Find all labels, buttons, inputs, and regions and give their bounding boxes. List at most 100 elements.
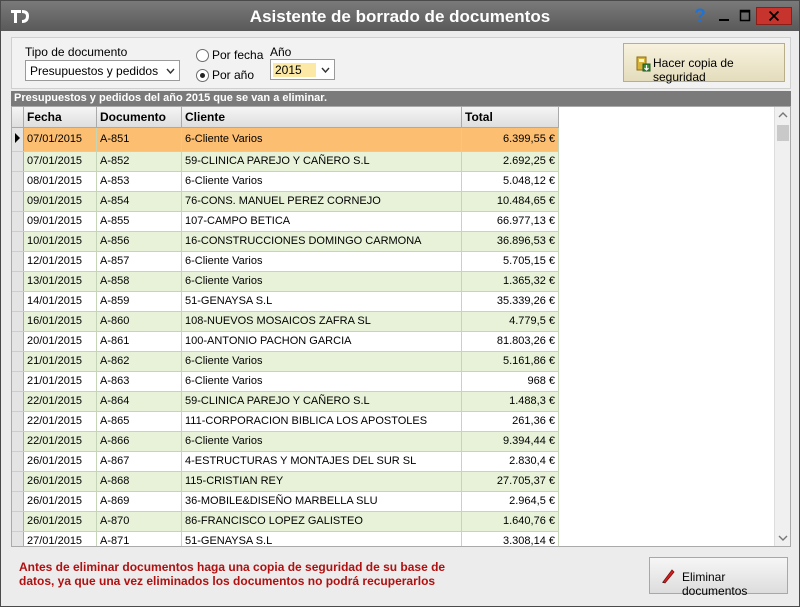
table-row[interactable]: 22/01/2015 A-865 111-CORPORACION BIBLICA L… xyxy=(12,411,559,432)
cell-fecha[interactable]: 26/01/2015 xyxy=(23,511,97,532)
cell-fecha[interactable]: 26/01/2015 xyxy=(23,451,97,472)
row-indicator[interactable] xyxy=(12,391,24,412)
year-select[interactable]: 2015 xyxy=(270,59,335,80)
cell-cliente[interactable]: 4-ESTRUCTURAS Y MONTAJES DEL SUR SL xyxy=(181,451,462,472)
cell-cliente[interactable]: 100-ANTONIO PACHON GARCIA xyxy=(181,331,462,352)
scroll-up-icon[interactable] xyxy=(775,107,791,123)
cell-documento[interactable]: A-863 xyxy=(96,371,182,392)
cell-documento[interactable]: A-864 xyxy=(96,391,182,412)
cell-total[interactable]: 3.308,14 € xyxy=(461,531,559,546)
cell-fecha[interactable]: 13/01/2015 xyxy=(23,271,97,292)
cell-total[interactable]: 4.779,5 € xyxy=(461,311,559,332)
cell-fecha[interactable]: 10/01/2015 xyxy=(23,231,97,252)
scrollbar-thumb[interactable] xyxy=(777,125,789,141)
cell-documento[interactable]: A-866 xyxy=(96,431,182,452)
delete-documents-button[interactable]: Eliminar documentos xyxy=(649,557,788,598)
cell-fecha[interactable]: 26/01/2015 xyxy=(23,471,97,492)
table-row[interactable]: 07/01/2015 A-851 6-Cliente Varios 6.399,55 … xyxy=(12,127,559,152)
cell-documento[interactable]: A-860 xyxy=(96,311,182,332)
cell-fecha[interactable]: 22/01/2015 xyxy=(23,431,97,452)
documents-grid[interactable]: Fecha Documento Cliente Total 07/01/2015… xyxy=(11,106,791,547)
row-indicator[interactable] xyxy=(12,531,24,546)
cell-documento[interactable]: A-861 xyxy=(96,331,182,352)
cell-total[interactable]: 66.977,13 € xyxy=(461,211,559,232)
cell-total[interactable]: 2.692,25 € xyxy=(461,151,559,172)
cell-fecha[interactable]: 12/01/2015 xyxy=(23,251,97,272)
row-indicator[interactable] xyxy=(12,231,24,252)
cell-total[interactable]: 9.394,44 € xyxy=(461,431,559,452)
cell-documento[interactable]: A-851 xyxy=(96,127,182,152)
minimize-icon[interactable] xyxy=(714,8,734,24)
row-indicator[interactable] xyxy=(12,211,24,232)
cell-cliente[interactable]: 59-CLINICA PAREJO Y CAÑERO S.L xyxy=(181,151,462,172)
column-header-fecha[interactable]: Fecha xyxy=(23,107,97,128)
cell-cliente[interactable]: 6-Cliente Varios xyxy=(181,431,462,452)
cell-cliente[interactable]: 111-CORPORACION BIBLICA LOS APOSTOLES xyxy=(181,411,462,432)
row-indicator[interactable] xyxy=(12,411,24,432)
row-indicator[interactable] xyxy=(12,491,24,512)
cell-fecha[interactable]: 26/01/2015 xyxy=(23,491,97,512)
cell-total[interactable]: 35.339,26 € xyxy=(461,291,559,312)
cell-cliente[interactable]: 6-Cliente Varios xyxy=(181,251,462,272)
cell-documento[interactable]: A-857 xyxy=(96,251,182,272)
cell-total[interactable]: 2.964,5 € xyxy=(461,491,559,512)
cell-fecha[interactable]: 22/01/2015 xyxy=(23,391,97,412)
doc-type-select[interactable]: Presupuestos y pedidos xyxy=(25,60,180,81)
cell-documento[interactable]: A-856 xyxy=(96,231,182,252)
radio-by-date[interactable] xyxy=(196,49,209,62)
cell-cliente[interactable]: 36-MOBILE&DISEÑO MARBELLA SLU xyxy=(181,491,462,512)
row-indicator[interactable] xyxy=(12,127,24,152)
cell-fecha[interactable]: 22/01/2015 xyxy=(23,411,97,432)
table-row[interactable]: 26/01/2015 A-868 115-CRISTIAN REY 27.705,37… xyxy=(12,471,559,492)
table-row[interactable]: 13/01/2015 A-858 6-Cliente Varios 1.365,32 … xyxy=(12,271,559,292)
table-row[interactable]: 14/01/2015 A-859 51-GENAYSA S.L 35.339,26 € xyxy=(12,291,559,312)
table-row[interactable]: 27/01/2015 A-871 51-GENAYSA S.L 3.308,14 € xyxy=(12,531,559,546)
table-row[interactable]: 22/01/2015 A-866 6-Cliente Varios 9.394,44 … xyxy=(12,431,559,452)
cell-fecha[interactable]: 27/01/2015 xyxy=(23,531,97,546)
cell-documento[interactable]: A-867 xyxy=(96,451,182,472)
cell-total[interactable]: 5.161,86 € xyxy=(461,351,559,372)
table-row[interactable]: 12/01/2015 A-857 6-Cliente Varios 5.705,15 … xyxy=(12,251,559,272)
row-indicator[interactable] xyxy=(12,271,24,292)
cell-documento[interactable]: A-858 xyxy=(96,271,182,292)
table-row[interactable]: 21/01/2015 A-863 6-Cliente Varios 968 € xyxy=(12,371,559,392)
cell-total[interactable]: 27.705,37 € xyxy=(461,471,559,492)
cell-cliente[interactable]: 6-Cliente Varios xyxy=(181,351,462,372)
column-header-documento[interactable]: Documento xyxy=(96,107,182,128)
cell-cliente[interactable]: 108-NUEVOS MOSAICOS ZAFRA SL xyxy=(181,311,462,332)
cell-fecha[interactable]: 07/01/2015 xyxy=(23,127,97,152)
cell-fecha[interactable]: 20/01/2015 xyxy=(23,331,97,352)
cell-documento[interactable]: A-854 xyxy=(96,191,182,212)
cell-total[interactable]: 81.803,26 € xyxy=(461,331,559,352)
row-indicator[interactable] xyxy=(12,471,24,492)
cell-documento[interactable]: A-855 xyxy=(96,211,182,232)
table-row[interactable]: 20/01/2015 A-861 100-ANTONIO PACHON GARCIA… xyxy=(12,331,559,352)
table-row[interactable]: 09/01/2015 A-854 76-CONS. MANUEL PEREZ COR… xyxy=(12,191,559,212)
cell-cliente[interactable]: 16-CONSTRUCCIONES DOMINGO CARMONA xyxy=(181,231,462,252)
cell-total[interactable]: 36.896,53 € xyxy=(461,231,559,252)
row-indicator[interactable] xyxy=(12,431,24,452)
close-icon[interactable] xyxy=(756,7,792,25)
scroll-down-icon[interactable] xyxy=(775,530,791,546)
table-row[interactable]: 26/01/2015 A-869 36-MOBILE&DISEÑO MARBELLA… xyxy=(12,491,559,512)
cell-documento[interactable]: A-853 xyxy=(96,171,182,192)
row-indicator[interactable] xyxy=(12,351,24,372)
cell-fecha[interactable]: 21/01/2015 xyxy=(23,371,97,392)
cell-total[interactable]: 5.048,12 € xyxy=(461,171,559,192)
column-header-cliente[interactable]: Cliente xyxy=(181,107,462,128)
cell-fecha[interactable]: 09/01/2015 xyxy=(23,211,97,232)
cell-cliente[interactable]: 76-CONS. MANUEL PEREZ CORNEJO xyxy=(181,191,462,212)
title-bar[interactable]: Asistente de borrado de documentos ? xyxy=(1,1,799,31)
cell-cliente[interactable]: 86-FRANCISCO LOPEZ GALISTEO xyxy=(181,511,462,532)
row-indicator[interactable] xyxy=(12,291,24,312)
row-indicator[interactable] xyxy=(12,251,24,272)
cell-total[interactable]: 2.830,4 € xyxy=(461,451,559,472)
cell-documento[interactable]: A-868 xyxy=(96,471,182,492)
table-row[interactable]: 08/01/2015 A-853 6-Cliente Varios 5.048,12 … xyxy=(12,171,559,192)
cell-total[interactable]: 261,36 € xyxy=(461,411,559,432)
cell-cliente[interactable]: 6-Cliente Varios xyxy=(181,371,462,392)
cell-total[interactable]: 10.484,65 € xyxy=(461,191,559,212)
cell-cliente[interactable]: 107-CAMPO BETICA xyxy=(181,211,462,232)
cell-fecha[interactable]: 14/01/2015 xyxy=(23,291,97,312)
cell-cliente[interactable]: 59-CLINICA PAREJO Y CAÑERO S.L xyxy=(181,391,462,412)
